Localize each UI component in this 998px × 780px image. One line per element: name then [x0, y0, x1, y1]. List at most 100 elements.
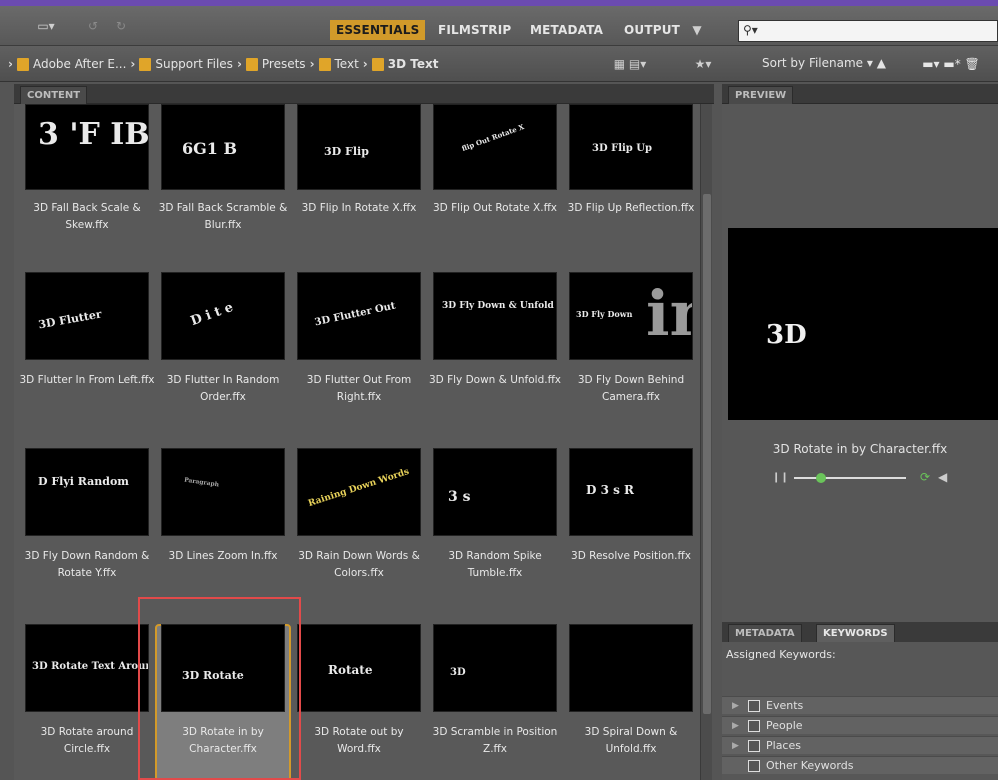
- keyword-label: People: [766, 719, 803, 732]
- workspace-essentials[interactable]: ESSENTIALS: [330, 20, 426, 40]
- content-grid: 3 'F IB 3D Fall Back Scale & Skew.ffx 6G…: [14, 104, 708, 780]
- workspace-metadata[interactable]: METADATA: [524, 20, 609, 40]
- item-label: 3D Rain Down Words & Colors.ffx: [298, 550, 420, 579]
- thumbnail-image: 3 'F IB: [25, 104, 149, 190]
- keywords-tabbar: METADATA KEYWORDS: [722, 622, 998, 642]
- list-item[interactable]: 3D Flutter Out 3D Flutter Out From Right…: [291, 272, 427, 448]
- list-item[interactable]: Raining Down Words 3D Rain Down Words & …: [291, 448, 427, 624]
- list-item[interactable]: D i t e 3D Flutter In Random Order.ffx: [155, 272, 291, 448]
- breadcrumb-separator-icon: ›: [362, 57, 368, 71]
- workspace-filmstrip[interactable]: FILMSTRIP: [432, 20, 517, 40]
- list-item[interactable]: flip Out Rotate X 3D Flip Out Rotate X.f…: [427, 104, 563, 280]
- keyword-row-people[interactable]: ▶ People: [722, 716, 998, 734]
- expand-icon[interactable]: ▶: [732, 721, 739, 731]
- item-label: 3D Fly Down & Unfold.ffx: [428, 374, 562, 386]
- thumbnail-image: Rotate: [297, 624, 421, 712]
- playback-slider[interactable]: ❙❙: [772, 472, 922, 484]
- search-input[interactable]: ⚲▾: [738, 20, 998, 42]
- folder-actions-icon[interactable]: ▬▾ ▬* 🗑: [916, 54, 986, 74]
- slider-track: [794, 477, 906, 479]
- tab-preview[interactable]: PREVIEW: [728, 86, 794, 104]
- loop-icon[interactable]: ⟳: [920, 470, 930, 484]
- rotate-right-icon[interactable]: ↻: [112, 16, 130, 36]
- tab-keywords[interactable]: KEYWORDS: [816, 624, 895, 642]
- item-label: 3D Fly Down Behind Camera.ffx: [577, 374, 685, 403]
- pause-icon[interactable]: ❙❙: [772, 472, 789, 483]
- application-toolbar: ▭▾ ↺ ↻ ESSENTIALS FILMSTRIP METADATA OUT…: [0, 6, 998, 46]
- new-document-button[interactable]: ▭▾: [26, 16, 66, 36]
- thumbnail-image: 3D Flip: [297, 104, 421, 190]
- breadcrumb: › Adobe After E... › Support Files › Pre…: [8, 56, 438, 72]
- workspace-output[interactable]: OUTPUT: [618, 20, 686, 40]
- path-bar: › Adobe After E... › Support Files › Pre…: [0, 46, 998, 82]
- list-item[interactable]: 3D Flip 3D Flip In Rotate X.ffx: [291, 104, 427, 280]
- keywords-panel: METADATA KEYWORDS Assigned Keywords: ▶ Ev…: [722, 622, 998, 780]
- slider-thumb[interactable]: [816, 473, 826, 483]
- list-item[interactable]: 3D Rotate Text Around 3D Rotate around C…: [19, 624, 155, 780]
- thumbnail-image: flip Out Rotate X: [433, 104, 557, 190]
- item-label: 3D Flutter In Random Order.ffx: [166, 374, 280, 403]
- breadcrumb-separator-icon: ›: [8, 57, 13, 71]
- keyword-checkbox[interactable]: [748, 759, 760, 772]
- breadcrumb-item-after-effects[interactable]: Adobe After E...: [33, 57, 126, 71]
- folder-icon: [16, 57, 29, 71]
- breadcrumb-item-text[interactable]: Text: [335, 57, 359, 71]
- item-label: 3D Resolve Position.ffx: [571, 550, 691, 562]
- folder-icon: [245, 57, 258, 71]
- keyword-checkbox[interactable]: [748, 719, 760, 732]
- list-item[interactable]: 6G1 B 3D Fall Back Scramble & Blur.ffx: [155, 104, 291, 280]
- workspace-menu-chevron-icon[interactable]: ▼: [690, 20, 704, 40]
- thumbnail-image: 6G1 B: [161, 104, 285, 190]
- item-label: 3D Spiral Down & Unfold.ffx: [584, 726, 678, 755]
- list-item[interactable]: Rotate 3D Rotate out by Word.ffx: [291, 624, 427, 780]
- tab-metadata[interactable]: METADATA: [728, 624, 802, 642]
- list-item[interactable]: 3D Fly Down & Unfold 3D Fly Down & Unfol…: [427, 272, 563, 448]
- scrollbar-thumb[interactable]: [703, 194, 711, 714]
- tab-content[interactable]: CONTENT: [20, 86, 88, 104]
- keyword-checkbox[interactable]: [748, 739, 760, 752]
- breadcrumb-item-support-files[interactable]: Support Files: [155, 57, 233, 71]
- list-item[interactable]: D 3 s R 3D Resolve Position.ffx: [563, 448, 699, 624]
- breadcrumb-item-3d-text[interactable]: 3D Text: [388, 57, 439, 71]
- preview-text: 3D: [766, 320, 807, 350]
- breadcrumb-item-presets[interactable]: Presets: [262, 57, 306, 71]
- expand-icon[interactable]: ▶: [732, 741, 739, 751]
- item-label: 3D Scramble in Position Z.ffx: [432, 726, 558, 755]
- list-item[interactable]: 3D Flutter 3D Flutter In From Left.ffx: [19, 272, 155, 448]
- folder-icon: [371, 57, 384, 71]
- item-label: 3D Fall Back Scramble & Blur.ffx: [158, 202, 288, 231]
- preview-panel: 3D 3D Rotate in by Character.ffx ❙❙ ⟳ ◀: [722, 104, 998, 622]
- keyword-row-events[interactable]: ▶ Events: [722, 696, 998, 714]
- expand-icon[interactable]: ▶: [732, 701, 739, 711]
- thumbnail-image: D Flyi Random: [25, 448, 149, 536]
- rotate-left-icon[interactable]: ↺: [84, 16, 102, 36]
- list-item[interactable]: 3D 3D Scramble in Position Z.ffx: [427, 624, 563, 780]
- star-filter-icon[interactable]: ★▾: [688, 54, 718, 74]
- keyword-checkbox[interactable]: [748, 699, 760, 712]
- volume-icon[interactable]: ◀: [938, 470, 947, 484]
- list-item[interactable]: 3D Flip Up 3D Flip Up Reflection.ffx: [563, 104, 699, 280]
- content-scrollbar[interactable]: [700, 104, 712, 780]
- view-mode-icon[interactable]: ▦ ▤▾: [610, 54, 650, 74]
- keyword-label: Events: [766, 699, 804, 712]
- list-item[interactable]: 3D Fly Downin 3D Fly Down Behind Camera.…: [563, 272, 699, 448]
- breadcrumb-separator-icon: ›: [236, 57, 242, 71]
- list-item[interactable]: 3 'F IB 3D Fall Back Scale & Skew.ffx: [19, 104, 155, 280]
- thumbnail-image: 3D Flutter: [25, 272, 149, 360]
- search-icon: ⚲▾: [743, 23, 758, 37]
- thumbnail-image: 3D Flutter Out: [297, 272, 421, 360]
- content-tabbar: CONTENT: [14, 84, 714, 104]
- thumbnail-image: D i t e: [161, 272, 285, 360]
- list-item[interactable]: 3D Spiral Down & Unfold.ffx: [563, 624, 699, 780]
- folder-icon: [318, 57, 331, 71]
- list-item[interactable]: 3 s 3D Random Spike Tumble.ffx: [427, 448, 563, 624]
- assigned-keywords-label: Assigned Keywords:: [726, 648, 836, 661]
- list-item[interactable]: D Flyi Random 3D Fly Down Random & Rotat…: [19, 448, 155, 624]
- preview-image: 3D: [728, 228, 998, 420]
- thumbnail-image: 3D Flip Up: [569, 104, 693, 190]
- thumbnail-image: Paragraph: [161, 448, 285, 536]
- thumbnail-image: D 3 s R: [569, 448, 693, 536]
- sort-dropdown[interactable]: Sort by Filename ▾ ▲: [762, 56, 886, 70]
- keyword-row-places[interactable]: ▶ Places: [722, 736, 998, 754]
- keyword-row-other[interactable]: Other Keywords: [722, 756, 998, 774]
